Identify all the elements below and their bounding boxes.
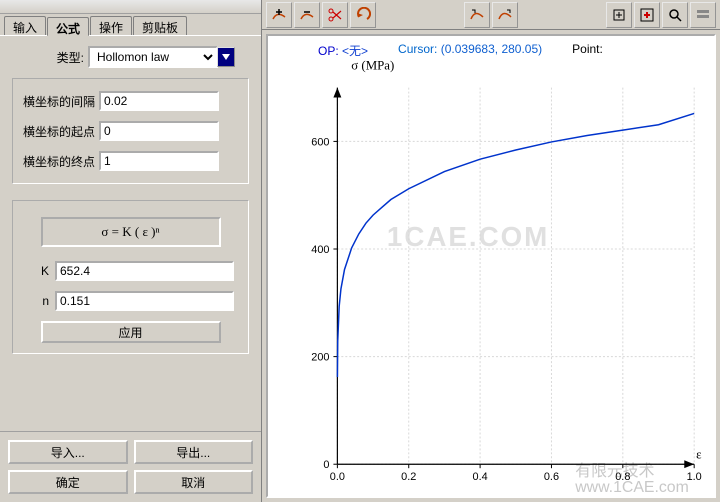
k-input[interactable] bbox=[55, 261, 234, 281]
svg-text:0.8: 0.8 bbox=[615, 471, 630, 483]
svg-text:1CAE.COM: 1CAE.COM bbox=[387, 221, 549, 252]
chart-info-bar: OP: <无> Cursor: (0.039683, 280.05) Point… bbox=[318, 42, 704, 59]
svg-text:0.4: 0.4 bbox=[473, 471, 488, 483]
tab-clipboard[interactable]: 剪贴板 bbox=[133, 16, 187, 35]
chart-toolbar bbox=[262, 0, 720, 30]
tool-curve2-icon[interactable] bbox=[492, 2, 518, 28]
tab-operate[interactable]: 操作 bbox=[90, 16, 132, 35]
svg-text:0: 0 bbox=[323, 459, 329, 471]
op-readout: OP: <无> bbox=[318, 42, 368, 59]
end-input[interactable] bbox=[99, 151, 219, 171]
n-input[interactable] bbox=[55, 291, 234, 311]
tab-bar: 输入 公式 操作 剪贴板 bbox=[0, 14, 261, 36]
svg-text:0.2: 0.2 bbox=[401, 471, 416, 483]
type-label: 类型: bbox=[12, 49, 84, 66]
tool-undo-icon[interactable] bbox=[350, 2, 376, 28]
tool-zoom-out-icon[interactable] bbox=[294, 2, 320, 28]
chart-plot: 1CAE.COM有限元技术www.1CAE.com0.00.20.40.60.8… bbox=[268, 36, 714, 496]
svg-text:0.6: 0.6 bbox=[544, 471, 559, 483]
svg-text:σ (MPa): σ (MPa) bbox=[351, 59, 394, 73]
tool-settings-icon[interactable] bbox=[690, 2, 716, 28]
svg-text:600: 600 bbox=[311, 136, 329, 148]
chart-area[interactable]: OP: <无> Cursor: (0.039683, 280.05) Point… bbox=[266, 34, 716, 498]
start-input[interactable] bbox=[99, 121, 219, 141]
svg-text:ε: ε bbox=[696, 447, 702, 461]
tool-magnify-icon[interactable] bbox=[662, 2, 688, 28]
formula-group: σ = K ( ε )ⁿ K n 应用 bbox=[12, 200, 249, 354]
type-dropdown-button[interactable] bbox=[217, 47, 235, 67]
n-label: n bbox=[27, 294, 49, 308]
tool-fit-icon[interactable] bbox=[606, 2, 632, 28]
interval-label: 横坐标的间隔 bbox=[23, 93, 95, 110]
svg-text:1.0: 1.0 bbox=[687, 471, 702, 483]
ok-button[interactable]: 确定 bbox=[8, 470, 128, 494]
tool-add-series-icon[interactable] bbox=[634, 2, 660, 28]
export-button[interactable]: 导出... bbox=[134, 440, 254, 464]
apply-button[interactable]: 应用 bbox=[41, 321, 221, 343]
axis-group: 横坐标的间隔 横坐标的起点 横坐标的终点 bbox=[12, 78, 249, 184]
end-label: 横坐标的终点 bbox=[23, 153, 95, 170]
import-button[interactable]: 导入... bbox=[8, 440, 128, 464]
k-label: K bbox=[27, 264, 49, 278]
interval-input[interactable] bbox=[99, 91, 219, 111]
tool-zoom-in-icon[interactable] bbox=[266, 2, 292, 28]
svg-text:www.1CAE.com: www.1CAE.com bbox=[574, 479, 689, 496]
cursor-readout: Cursor: (0.039683, 280.05) bbox=[398, 42, 542, 59]
point-readout: Point: bbox=[572, 42, 603, 59]
svg-text:400: 400 bbox=[311, 244, 329, 256]
svg-text:200: 200 bbox=[311, 352, 329, 364]
tool-curve1-icon[interactable] bbox=[464, 2, 490, 28]
tool-scissors-icon[interactable] bbox=[322, 2, 348, 28]
type-select[interactable]: Hollomon law bbox=[88, 46, 218, 68]
formula-display: σ = K ( ε )ⁿ bbox=[41, 217, 221, 247]
tab-formula[interactable]: 公式 bbox=[47, 17, 89, 36]
tab-input[interactable]: 输入 bbox=[4, 16, 46, 35]
start-label: 横坐标的起点 bbox=[23, 123, 95, 140]
cancel-button[interactable]: 取消 bbox=[134, 470, 254, 494]
svg-text:0.0: 0.0 bbox=[330, 471, 345, 483]
